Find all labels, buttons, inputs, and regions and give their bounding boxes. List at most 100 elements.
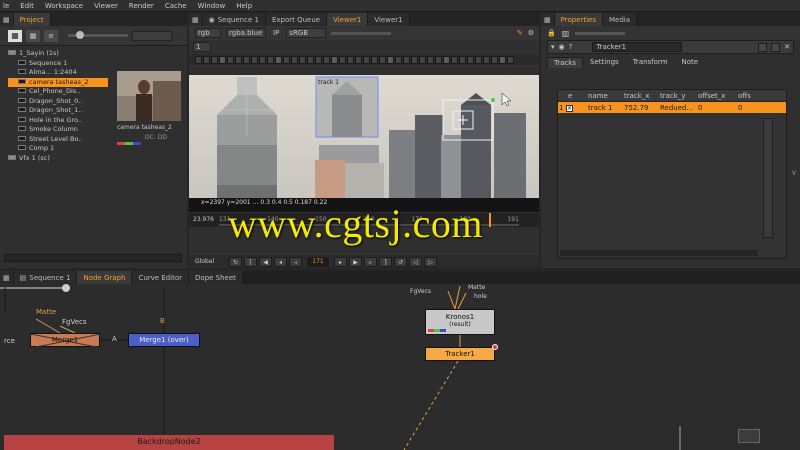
menu-edit[interactable]: Edit [20, 2, 34, 10]
tracker-tool-button[interactable] [435, 55, 442, 64]
merge-over-node[interactable]: Merge1 (over) [128, 333, 200, 347]
bin-item[interactable]: Alma... 1:2404 [8, 68, 108, 78]
bin-item[interactable]: Hole in the Gro.. [8, 116, 108, 126]
tracker-tool-button[interactable] [475, 55, 482, 64]
tracker-tool-button[interactable] [379, 55, 386, 64]
tracker-tool-button[interactable] [243, 55, 250, 64]
menu-file[interactable]: le [3, 2, 9, 10]
tracker-tool-button[interactable] [203, 55, 210, 64]
tracker-tool-button[interactable] [411, 55, 418, 64]
tracker-tool-button[interactable] [371, 55, 378, 64]
tab-project[interactable]: Project [13, 13, 51, 26]
table-cell-track_x[interactable]: 752.79 [622, 104, 658, 112]
tracker-tool-button[interactable] [323, 55, 330, 64]
table-cell-track_y[interactable]: Redued... [658, 104, 696, 112]
bin-item[interactable]: 1_Sayin (1s) [8, 49, 108, 59]
panel-grid-icon-3[interactable]: ▦ [541, 13, 555, 26]
collapse-icon[interactable]: ▾ [551, 43, 555, 51]
menu-workspace[interactable]: Workspace [45, 2, 83, 10]
tracker-tool-button[interactable] [315, 55, 322, 64]
tracker-tool-button[interactable] [483, 55, 490, 64]
transport-button[interactable]: ◂ [274, 256, 287, 267]
subtab-note[interactable]: Note [675, 57, 706, 67]
table-column-header[interactable]: track_y [658, 92, 696, 100]
tracker-tool-button[interactable] [443, 55, 450, 64]
node-name-field[interactable]: Tracker1 [592, 42, 683, 52]
zoom-select[interactable]: 1 [193, 42, 211, 52]
bin-item[interactable]: Smoke Column [8, 125, 108, 135]
tracker-tool-button[interactable] [419, 55, 426, 64]
transport-button[interactable]: ↺ [394, 256, 407, 267]
subtab-transform[interactable]: Transform [626, 57, 675, 67]
tracker-tool-button[interactable] [267, 55, 274, 64]
panel-grid-icon[interactable]: ▦ [0, 13, 14, 26]
tracker-tool-button[interactable] [451, 55, 458, 64]
backdrop-node[interactable]: BackdropNode2 [4, 435, 334, 450]
tracker-tool-button[interactable] [363, 55, 370, 64]
node-view-icon[interactable]: ◉ [559, 43, 565, 51]
viewer-node-icon[interactable] [738, 429, 760, 443]
tracker-tool-button[interactable] [283, 55, 290, 64]
subtab-settings[interactable]: Settings [583, 57, 626, 67]
tracker-tool-button[interactable] [499, 55, 506, 64]
menu-window[interactable]: Window [198, 2, 226, 10]
close-icon[interactable]: ✕ [784, 43, 790, 51]
bin-item[interactable]: Sequence 1 [8, 59, 108, 69]
transport-button[interactable]: ↻ [229, 256, 242, 267]
grid-view-icon[interactable]: ▦ [8, 29, 22, 42]
table-column-header[interactable]: track_x [622, 92, 658, 100]
subtab-tracks[interactable]: Tracks [547, 56, 583, 68]
bin-item[interactable]: Dragon_Shot_0.. [8, 97, 108, 107]
tab-viewer1[interactable]: Viewer1 [327, 13, 369, 26]
tracker-tool-button[interactable] [339, 55, 346, 64]
tracker-tool-button[interactable] [459, 55, 466, 64]
transport-button[interactable]: ▷ [424, 256, 437, 267]
transport-button[interactable]: [ [244, 256, 257, 267]
playhead[interactable] [489, 213, 491, 227]
lut-select[interactable]: sRGB [286, 28, 327, 38]
menu-cache[interactable]: Cache [165, 2, 187, 10]
float-icon[interactable] [758, 42, 768, 52]
tracker-tool-button[interactable] [195, 55, 202, 64]
alpha-select[interactable]: rgba.blue [226, 28, 266, 38]
enable-checkbox[interactable]: ✕ [566, 104, 586, 112]
transport-button[interactable]: ◁ [409, 256, 422, 267]
settings-icon[interactable]: ⚙ [528, 29, 534, 37]
bin-item[interactable]: Vfx 1 (sc) [8, 154, 108, 164]
transport-button[interactable]: ▸ [334, 256, 347, 267]
menu-help[interactable]: Help [236, 2, 252, 10]
help-icon[interactable]: ? [569, 43, 573, 51]
tab-properties[interactable]: Properties [554, 13, 604, 26]
pin-icon[interactable]: ▥ [562, 29, 570, 38]
tracker-tool-button[interactable] [491, 55, 498, 64]
transport-button[interactable]: ] [379, 256, 392, 267]
project-scrollbar[interactable] [4, 254, 182, 262]
table-row[interactable]: 1 ✕ track 1 752.79 Redued... 0 0 [558, 102, 786, 113]
transport-button[interactable]: ▶ [349, 256, 362, 267]
table-column-header[interactable]: offset_x [696, 92, 736, 100]
lock-icon[interactable]: 🔒 [547, 29, 556, 37]
collapse-arrow-icon[interactable]: ∨ [791, 168, 797, 177]
thumb-size-slider[interactable] [68, 31, 128, 39]
frame-field[interactable]: 171 [307, 256, 329, 267]
tracker-tool-button[interactable] [211, 55, 218, 64]
list-view-icon[interactable]: ≡ [44, 29, 58, 42]
search-field[interactable] [132, 30, 172, 41]
tracker-tool-button[interactable] [259, 55, 266, 64]
paint-icon[interactable]: ✎ [517, 29, 523, 37]
ip-button[interactable]: IP [271, 29, 281, 37]
bin-item[interactable]: Dragon_Shot_1.. [8, 106, 108, 116]
table-vscroll[interactable] [763, 118, 773, 238]
tab-sequence[interactable]: ◉ Sequence 1 [202, 13, 266, 26]
tracker-tool-button[interactable] [331, 55, 338, 64]
tracker-tool-button[interactable] [307, 55, 314, 64]
panel-grid-icon-2[interactable]: ▦ [189, 13, 203, 26]
tracker-tool-button[interactable] [427, 55, 434, 64]
table-cell-offs[interactable]: 0 [736, 104, 760, 112]
disabled-node[interactable]: Merge1 [30, 333, 101, 348]
table-column-header[interactable]: name [586, 92, 622, 100]
min-icon[interactable] [771, 42, 781, 52]
tracker-tool-button[interactable] [403, 55, 410, 64]
table-cell-offset_x[interactable]: 0 [696, 104, 736, 112]
compare-slider[interactable] [331, 31, 392, 35]
